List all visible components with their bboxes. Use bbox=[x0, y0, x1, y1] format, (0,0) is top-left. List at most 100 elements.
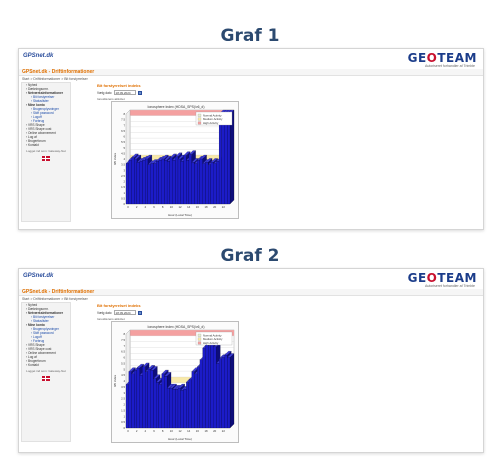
logo-part-o: O bbox=[426, 271, 438, 285]
y-tick-label: 1 bbox=[123, 191, 125, 195]
legend-swatch bbox=[197, 117, 202, 121]
bar bbox=[208, 164, 211, 205]
x-axis-label: Hour (Local Time) bbox=[168, 437, 192, 441]
tagline: Autoriseret forhandler af Trimble bbox=[425, 64, 475, 68]
y-tick-label: 5.5 bbox=[121, 140, 125, 144]
bar bbox=[131, 373, 135, 429]
bar bbox=[177, 387, 181, 429]
x-tick-label: 20 bbox=[213, 205, 217, 209]
sidebar-item[interactable]: › Kontakt bbox=[22, 363, 70, 367]
bar bbox=[172, 389, 176, 429]
chart-title: Ionosphere Index (HDSA_SPS)/v6_d) bbox=[148, 325, 205, 329]
y-tick-label: 3.5 bbox=[121, 385, 125, 389]
x-tick-label: 14 bbox=[187, 429, 191, 433]
gpsnet-logo[interactable]: GPSnet.dk bbox=[23, 273, 53, 279]
y-axis-label: I95 index bbox=[113, 152, 117, 165]
geoteam-logo[interactable]: GEOTEAM bbox=[408, 51, 477, 65]
sidebar-items: › Nyhed › Dækningsomr. › Netværksinformati… bbox=[22, 83, 70, 147]
legend-swatch bbox=[197, 337, 202, 341]
x-tick-label: 6 bbox=[153, 205, 155, 209]
bar bbox=[197, 160, 200, 205]
calendar-icon[interactable] bbox=[137, 310, 142, 315]
legend-swatch bbox=[197, 341, 202, 345]
x-tick-label: 16 bbox=[196, 429, 200, 433]
chart-svg: Ionosphere Index (HDSA_SPS)/v6_d) 0 0.5 1 1.… bbox=[113, 325, 235, 441]
sidebar-item[interactable]: › Kontakt bbox=[22, 143, 70, 147]
bar bbox=[175, 156, 179, 205]
legend-swatch bbox=[197, 113, 202, 117]
gpsnet-logo[interactable]: GPSnet.dk bbox=[23, 53, 53, 59]
breadcrumb[interactable]: Start > Driftinformationer > Bit forstyr… bbox=[22, 297, 88, 301]
bar bbox=[128, 371, 132, 429]
bar bbox=[197, 366, 200, 429]
bar bbox=[158, 160, 162, 205]
legend-swatch bbox=[197, 121, 202, 125]
y-tick-label: 5 bbox=[123, 146, 125, 150]
y-tick-label: 7.5 bbox=[121, 338, 125, 342]
bar bbox=[227, 357, 231, 429]
y-axis-label: I95 index bbox=[113, 374, 117, 387]
bar bbox=[142, 160, 146, 205]
content-title: Bit forstyrrelset indeks bbox=[97, 303, 141, 308]
sidebar: › Nyhed › Dækningsomr. › Netværksinformati… bbox=[21, 82, 71, 222]
y-tick-label: 2 bbox=[123, 180, 125, 184]
logo-part-a: GE bbox=[407, 51, 427, 65]
sidebar-items: › Nyhed › Dækningsomr. › Netværksinformati… bbox=[22, 303, 70, 367]
login-info: Logget ind som: Gateway-Net bbox=[26, 369, 66, 373]
bar bbox=[150, 370, 154, 429]
x-tick-label: 0 bbox=[127, 205, 129, 209]
bar bbox=[224, 113, 228, 205]
bar bbox=[183, 155, 187, 205]
bar bbox=[156, 382, 159, 429]
bar bbox=[158, 384, 162, 429]
x-tick-label: 22 bbox=[222, 429, 226, 433]
legend-swatch bbox=[197, 333, 202, 337]
danish-flag-icon[interactable] bbox=[42, 376, 50, 381]
bar-side bbox=[229, 353, 235, 429]
logo-part-a: GE bbox=[407, 271, 427, 285]
bar bbox=[136, 162, 140, 205]
y-tick-label: 0 bbox=[123, 426, 125, 430]
bar bbox=[139, 161, 143, 205]
chart-title: Ionosphere Index (HDSA_SPS)/v6_d) bbox=[148, 105, 205, 109]
y-tick-label: 3.5 bbox=[121, 163, 125, 167]
bar bbox=[202, 348, 206, 429]
bar bbox=[216, 363, 220, 429]
y-tick-label: 6 bbox=[123, 356, 125, 360]
bar bbox=[199, 158, 203, 205]
bar bbox=[125, 384, 129, 429]
bar bbox=[180, 390, 184, 429]
x-tick-label: 18 bbox=[204, 205, 208, 209]
bar bbox=[164, 160, 168, 205]
bar bbox=[161, 158, 165, 205]
bar bbox=[213, 346, 217, 429]
calendar-icon[interactable] bbox=[137, 90, 142, 95]
danish-flag-icon[interactable] bbox=[42, 156, 50, 161]
y-tick-label: 3 bbox=[123, 168, 125, 172]
bar bbox=[177, 158, 181, 205]
bar bbox=[224, 355, 228, 429]
bar bbox=[186, 382, 190, 429]
y-tick-label: 7 bbox=[123, 123, 125, 127]
bar bbox=[147, 369, 151, 429]
screenshot-graf-1: GPSnet.dk GEOTEAM Autoriseret forhandler… bbox=[18, 48, 484, 230]
page-title: GPSnet.dk - Driftinformationer bbox=[22, 289, 95, 295]
breadcrumb[interactable]: Start > Driftinformationer > Bit forstyr… bbox=[22, 77, 88, 81]
heading-graf-2: Graf 2 bbox=[220, 246, 280, 266]
bar bbox=[166, 387, 170, 429]
bar bbox=[134, 370, 138, 429]
date-input[interactable]: 18.09.2024 bbox=[113, 310, 136, 315]
date-input[interactable]: 18.09.2024 bbox=[113, 90, 136, 95]
tagline: Autoriseret forhandler af Trimble bbox=[425, 284, 475, 288]
y-tick-label: 0.5 bbox=[121, 420, 125, 424]
x-tick-label: 0 bbox=[127, 429, 129, 433]
bar bbox=[172, 160, 176, 205]
bar bbox=[205, 162, 209, 205]
y-tick-label: 7.5 bbox=[121, 118, 125, 122]
date-label: Vælg dato bbox=[97, 310, 112, 315]
bar bbox=[210, 338, 214, 429]
bar bbox=[153, 163, 157, 205]
x-tick-label: 8 bbox=[162, 429, 164, 433]
geoteam-logo[interactable]: GEOTEAM bbox=[408, 271, 477, 285]
y-tick-label: 4 bbox=[123, 157, 125, 161]
